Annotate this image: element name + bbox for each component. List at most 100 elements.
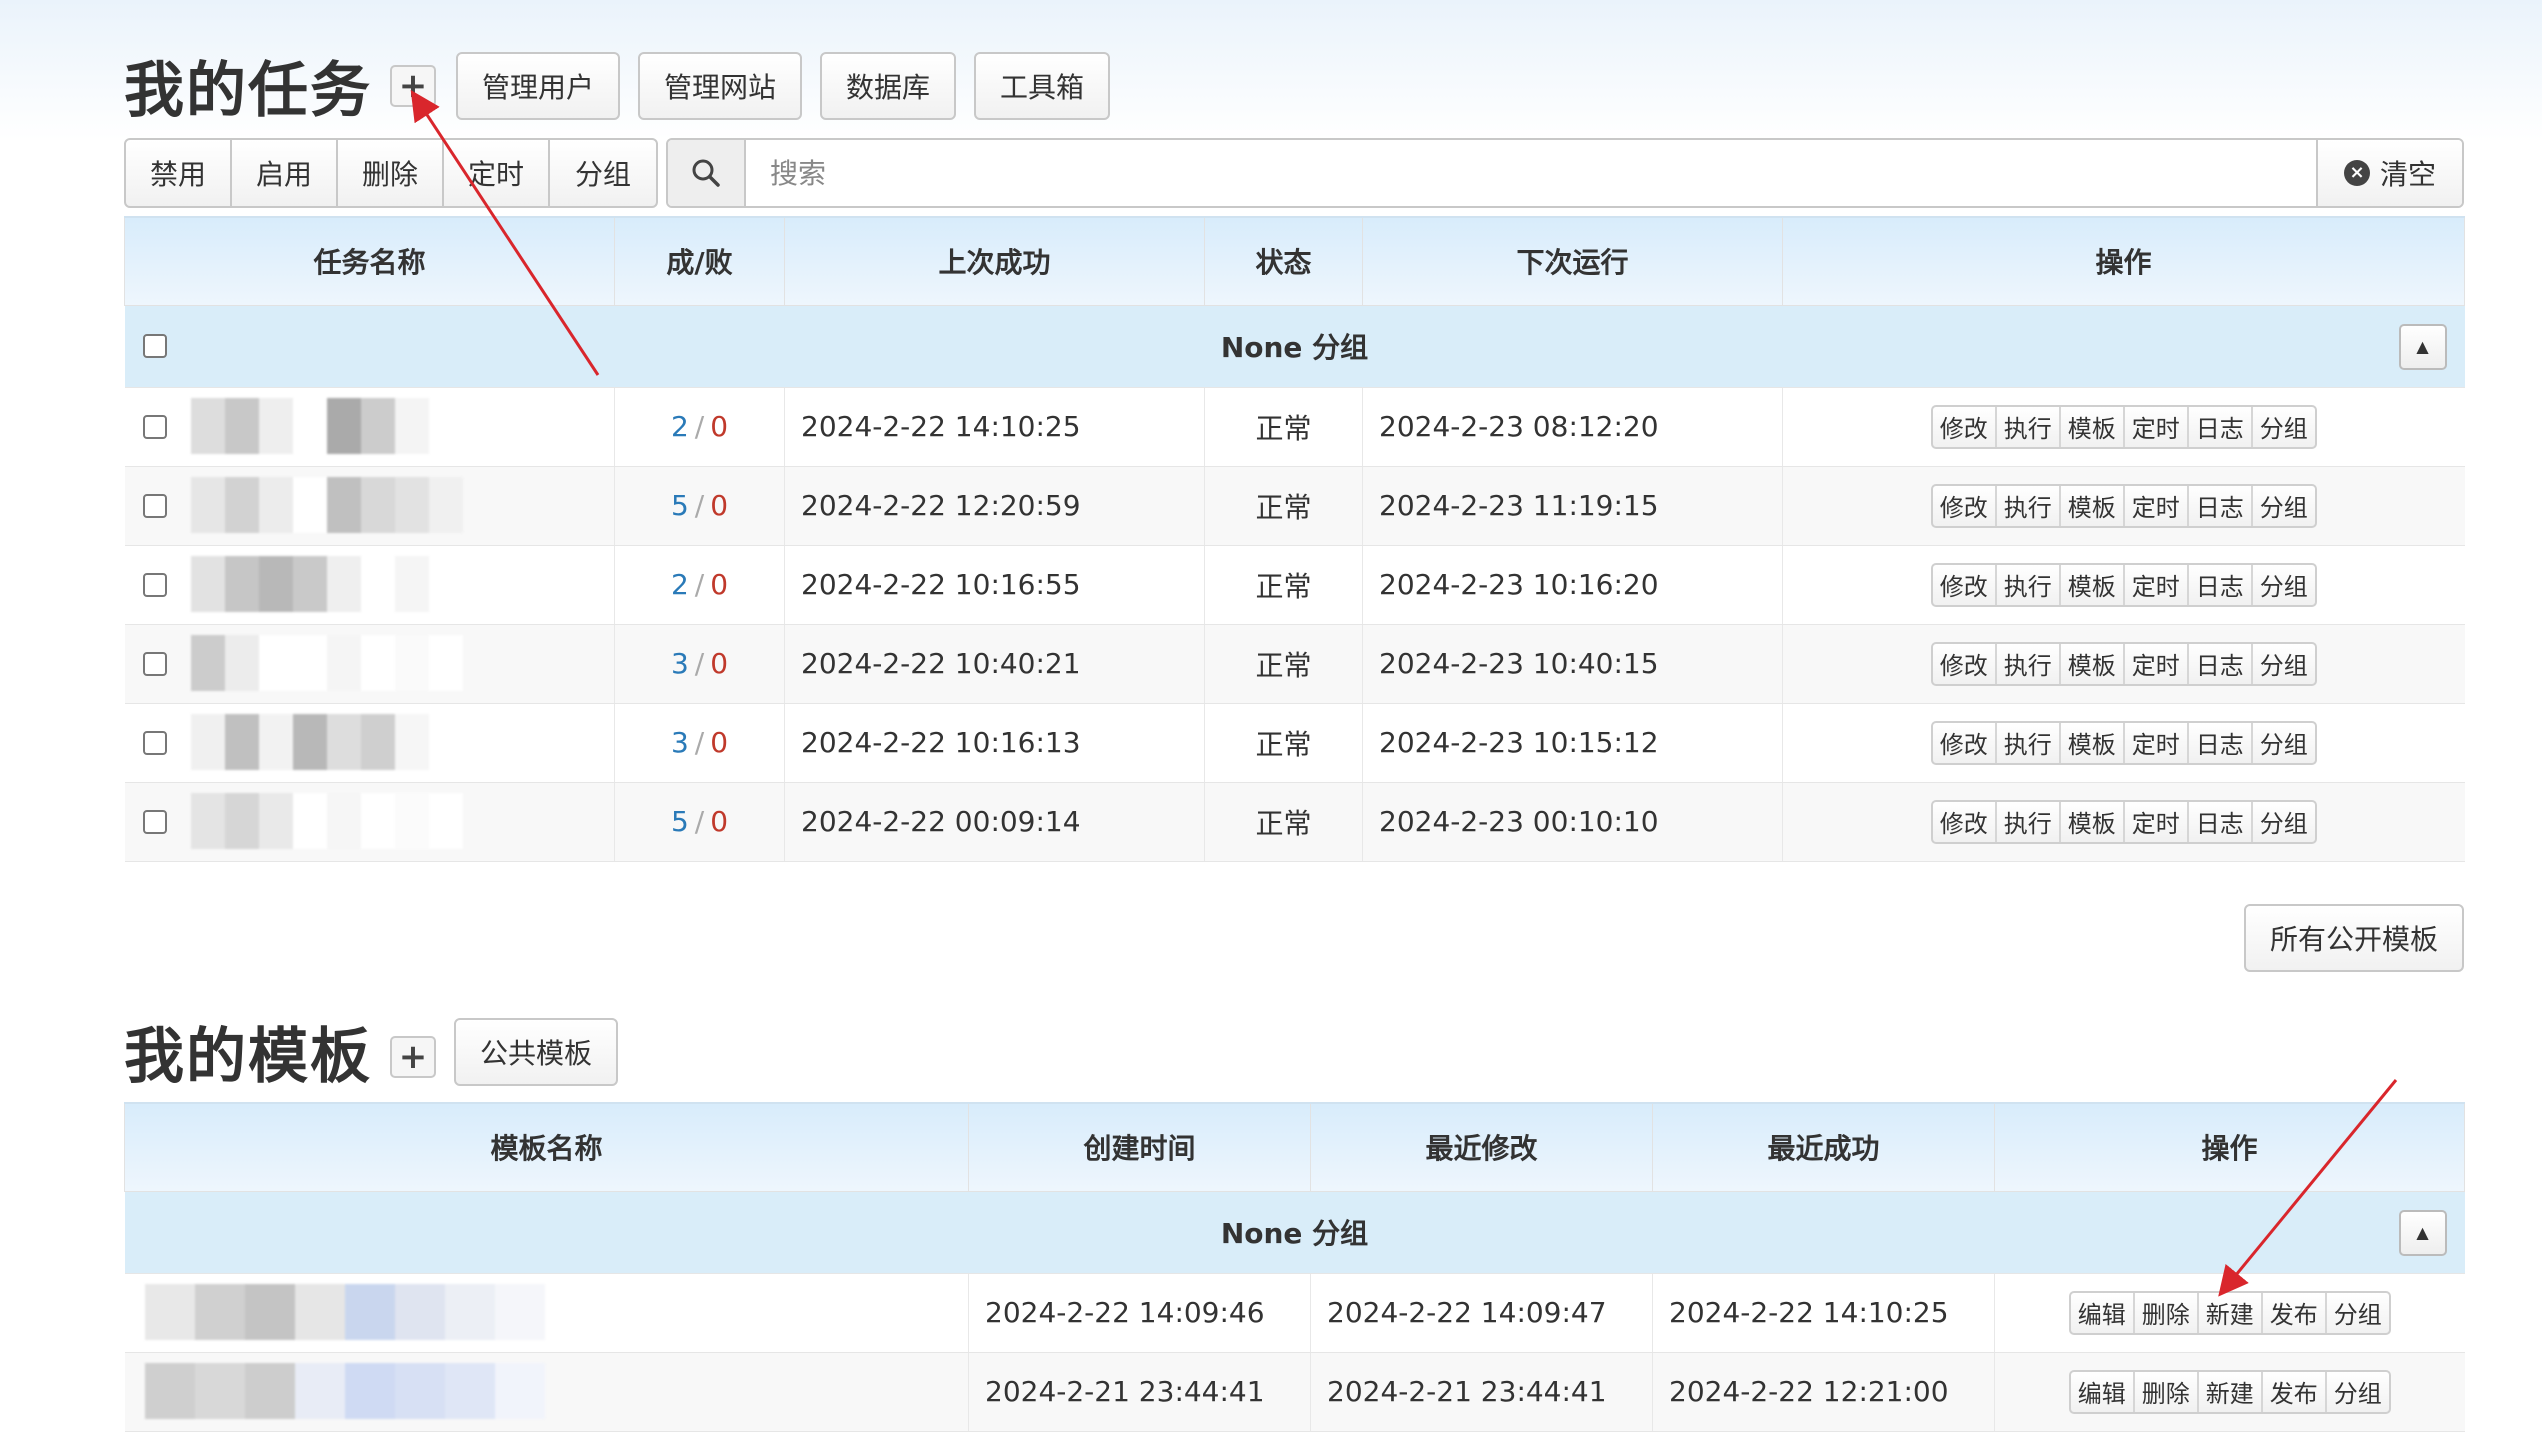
manage-sites-button[interactable]: 管理网站 bbox=[638, 51, 803, 120]
all-public-templates-button[interactable]: 所有公开模板 bbox=[2244, 904, 2464, 972]
row-action-button[interactable]: 定时 bbox=[2125, 485, 2189, 526]
row-action-button[interactable]: 日志 bbox=[2189, 564, 2253, 605]
template-action-button[interactable]: 删除 bbox=[2135, 1292, 2199, 1333]
row-checkbox[interactable] bbox=[142, 572, 167, 597]
row-action-button[interactable]: 修改 bbox=[1933, 801, 1997, 842]
row-action-button[interactable]: 执行 bbox=[1997, 406, 2061, 447]
task-name-cell[interactable] bbox=[124, 387, 615, 467]
col-last-success[interactable]: 上次成功 bbox=[784, 216, 1205, 306]
toolbox-button[interactable]: 工具箱 bbox=[974, 51, 1111, 120]
add-task-button[interactable]: + bbox=[390, 64, 436, 107]
public-templates-button[interactable]: 公共模板 bbox=[454, 1017, 619, 1086]
col-template-last-success[interactable]: 最近成功 bbox=[1652, 1102, 1995, 1192]
template-action-button[interactable]: 编辑 bbox=[2071, 1371, 2135, 1412]
row-action-button[interactable]: 分组 bbox=[2253, 802, 2315, 842]
template-action-button[interactable]: 分组 bbox=[2327, 1293, 2389, 1333]
task-name-cell[interactable] bbox=[124, 545, 615, 625]
row-action-button[interactable]: 日志 bbox=[2189, 643, 2253, 684]
col-success-fail[interactable]: 成/败 bbox=[614, 216, 785, 306]
col-next-run[interactable]: 下次运行 bbox=[1362, 216, 1783, 306]
enable-button[interactable]: 启用 bbox=[232, 140, 338, 206]
row-checkbox[interactable] bbox=[142, 414, 167, 439]
success-fail-cell: 2/0 bbox=[614, 545, 785, 625]
group-button[interactable]: 分组 bbox=[550, 140, 656, 206]
row-action-button[interactable]: 日志 bbox=[2189, 722, 2253, 763]
database-button[interactable]: 数据库 bbox=[820, 51, 957, 120]
row-action-button[interactable]: 分组 bbox=[2253, 644, 2315, 684]
row-action-button[interactable]: 日志 bbox=[2189, 801, 2253, 842]
template-name-cell[interactable] bbox=[124, 1352, 969, 1432]
row-checkbox[interactable] bbox=[142, 809, 167, 834]
col-status[interactable]: 状态 bbox=[1204, 216, 1363, 306]
template-collapse-button[interactable]: ▲ bbox=[2398, 1209, 2447, 1256]
disable-button[interactable]: 禁用 bbox=[126, 140, 232, 206]
template-action-button[interactable]: 新建 bbox=[2199, 1292, 2263, 1333]
last-success-cell: 2024-2-22 12:20:59 bbox=[784, 466, 1205, 546]
manage-users-button[interactable]: 管理用户 bbox=[456, 51, 621, 120]
task-name-cell[interactable] bbox=[124, 624, 615, 704]
row-action-button[interactable]: 修改 bbox=[1933, 406, 1997, 447]
row-action-button[interactable]: 执行 bbox=[1997, 801, 2061, 842]
row-action-button[interactable]: 模板 bbox=[2061, 801, 2125, 842]
fail-count: 0 bbox=[710, 489, 729, 522]
add-template-button[interactable]: + bbox=[390, 1035, 436, 1078]
row-action-button[interactable]: 执行 bbox=[1997, 564, 2061, 605]
table-row: 2/0 2024-2-22 14:10:25 正常 2024-2-23 08:1… bbox=[124, 387, 2465, 467]
task-name-cell[interactable] bbox=[124, 703, 615, 783]
last-success-cell: 2024-2-22 14:10:25 bbox=[784, 387, 1205, 467]
col-modified[interactable]: 最近修改 bbox=[1310, 1102, 1653, 1192]
row-action-button[interactable]: 模板 bbox=[2061, 722, 2125, 763]
col-created[interactable]: 创建时间 bbox=[968, 1102, 1311, 1192]
row-action-button[interactable]: 分组 bbox=[2253, 407, 2315, 447]
template-action-button[interactable]: 新建 bbox=[2199, 1371, 2263, 1412]
delete-button[interactable]: 删除 bbox=[338, 140, 444, 206]
template-action-button[interactable]: 分组 bbox=[2327, 1372, 2389, 1412]
row-action-button[interactable]: 修改 bbox=[1933, 643, 1997, 684]
select-all-checkbox[interactable] bbox=[142, 333, 167, 358]
row-checkbox[interactable] bbox=[142, 651, 167, 676]
row-action-button[interactable]: 修改 bbox=[1933, 564, 1997, 605]
row-action-button[interactable]: 执行 bbox=[1997, 643, 2061, 684]
success-count: 3 bbox=[670, 726, 689, 759]
template-name-cell[interactable] bbox=[124, 1273, 969, 1353]
row-action-button[interactable]: 修改 bbox=[1933, 485, 1997, 526]
schedule-button[interactable]: 定时 bbox=[444, 140, 550, 206]
row-action-button[interactable]: 执行 bbox=[1997, 485, 2061, 526]
clear-button[interactable]: × 清空 bbox=[2316, 140, 2462, 206]
search-input[interactable] bbox=[746, 140, 2316, 206]
row-action-button[interactable]: 执行 bbox=[1997, 722, 2061, 763]
row-action-group: 修改 执行 模板 定时 日志 分组 bbox=[1930, 404, 2317, 449]
row-action-button[interactable]: 模板 bbox=[2061, 643, 2125, 684]
actions-cell: 修改 执行 模板 定时 日志 分组 bbox=[1782, 387, 2465, 467]
actions-cell: 修改 执行 模板 定时 日志 分组 bbox=[1782, 624, 2465, 704]
task-name-cell[interactable] bbox=[124, 782, 615, 862]
row-action-button[interactable]: 修改 bbox=[1933, 722, 1997, 763]
collapse-button[interactable]: ▲ bbox=[2398, 323, 2447, 370]
row-action-button[interactable]: 分组 bbox=[2253, 565, 2315, 605]
template-action-button[interactable]: 删除 bbox=[2135, 1371, 2199, 1412]
row-action-button[interactable]: 日志 bbox=[2189, 406, 2253, 447]
template-action-button[interactable]: 发布 bbox=[2263, 1292, 2327, 1333]
row-action-button[interactable]: 模板 bbox=[2061, 485, 2125, 526]
success-fail-cell: 3/0 bbox=[614, 703, 785, 783]
col-template-name[interactable]: 模板名称 bbox=[124, 1102, 969, 1192]
task-name-cell[interactable] bbox=[124, 466, 615, 546]
status-cell: 正常 bbox=[1204, 466, 1363, 546]
template-action-button[interactable]: 编辑 bbox=[2071, 1292, 2135, 1333]
row-action-button[interactable]: 模板 bbox=[2061, 406, 2125, 447]
template-action-button[interactable]: 发布 bbox=[2263, 1371, 2327, 1412]
row-action-button[interactable]: 定时 bbox=[2125, 801, 2189, 842]
row-action-button[interactable]: 定时 bbox=[2125, 722, 2189, 763]
template-last-success-cell: 2024-2-22 12:21:00 bbox=[1652, 1352, 1995, 1432]
row-checkbox[interactable] bbox=[142, 730, 167, 755]
success-count: 2 bbox=[670, 568, 689, 601]
row-action-button[interactable]: 分组 bbox=[2253, 486, 2315, 526]
row-action-button[interactable]: 日志 bbox=[2189, 485, 2253, 526]
row-action-button[interactable]: 模板 bbox=[2061, 564, 2125, 605]
col-task-name[interactable]: 任务名称 bbox=[124, 216, 615, 306]
row-action-button[interactable]: 定时 bbox=[2125, 564, 2189, 605]
row-action-button[interactable]: 分组 bbox=[2253, 723, 2315, 763]
row-checkbox[interactable] bbox=[142, 493, 167, 518]
row-action-button[interactable]: 定时 bbox=[2125, 406, 2189, 447]
row-action-button[interactable]: 定时 bbox=[2125, 643, 2189, 684]
